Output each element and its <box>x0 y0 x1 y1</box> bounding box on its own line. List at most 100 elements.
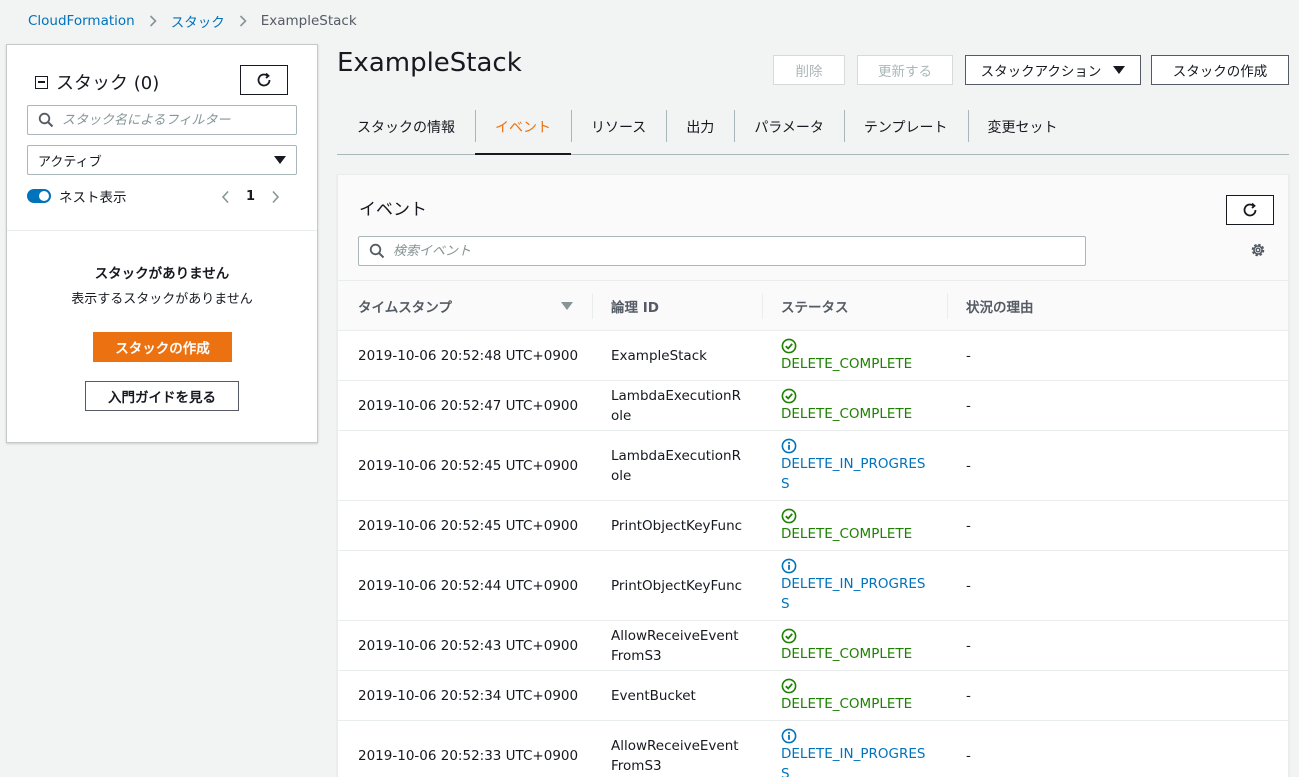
event-timestamp: 2019-10-06 20:52:45 UTC+0900 <box>358 518 579 534</box>
column-header-logical-id[interactable]: 論理 ID <box>611 281 659 331</box>
chevron-right-icon <box>239 15 247 27</box>
create-stack-button[interactable]: スタックの作成 <box>1151 55 1289 85</box>
event-logical-id: AllowReceiveEventFromS3 <box>611 738 739 774</box>
check-circle-icon <box>781 388 797 404</box>
table-row[interactable]: 2019-10-06 20:52:45 UTC+0900 PrintObjectK… <box>338 501 1288 551</box>
event-status-label: DELETE_COMPLETE <box>781 526 913 542</box>
table-row[interactable]: 2019-10-06 20:52:43 UTC+0900 AllowReceive… <box>338 621 1288 671</box>
tab-parameters[interactable]: パラメータ <box>734 100 844 154</box>
event-status-reason: - <box>966 748 971 764</box>
empty-state-description: 表示するスタックがありません <box>71 292 253 307</box>
table-row[interactable]: 2019-10-06 20:52:34 UTC+0900 EventBucket D… <box>338 671 1288 721</box>
stack-actions-label: スタックアクション <box>980 64 1102 80</box>
getting-started-guide-button[interactable]: 入門ガイドを見る <box>85 381 239 411</box>
tab-outputs[interactable]: 出力 <box>666 100 734 154</box>
event-logical-id: EventBucket <box>611 688 696 704</box>
event-timestamp: 2019-10-06 20:52:33 UTC+0900 <box>358 748 579 764</box>
stack-status-select[interactable]: アクティブ <box>27 145 297 175</box>
tab-stack-info[interactable]: スタックの情報 <box>337 100 475 154</box>
event-logical-id: PrintObjectKeyFunc <box>611 578 743 594</box>
collapse-icon[interactable] <box>35 75 48 89</box>
chevron-right-icon[interactable] <box>271 190 280 204</box>
stack-list-pagination: 1 <box>221 189 280 204</box>
empty-state-title: スタックがありません <box>94 266 230 282</box>
table-row[interactable]: 2019-10-06 20:52:47 UTC+0900 LambdaExecut… <box>338 381 1288 431</box>
info-circle-icon <box>781 558 797 574</box>
table-row[interactable]: 2019-10-06 20:52:33 UTC+0900 AllowReceive… <box>338 721 1288 777</box>
event-status-label: DELETE_IN_PROGRESS <box>781 456 926 492</box>
event-status: DELETE_IN_PROGRESS <box>781 434 926 494</box>
tab-resources[interactable]: リソース <box>571 100 666 154</box>
event-status-label: DELETE_IN_PROGRESS <box>781 576 926 612</box>
event-status-label: DELETE_COMPLETE <box>781 646 913 662</box>
stack-detail-tabs: スタックの情報 イベント リソース 出力 パラメータ テンプレート 変更セット <box>337 100 1289 155</box>
stack-list-panel: スタック (0) アクティブ ネスト表示 1 スタックがありません 表示するス <box>6 44 318 443</box>
event-logical-id: LambdaExecutionRole <box>611 448 741 484</box>
event-status: DELETE_IN_PROGRESS <box>781 554 926 614</box>
stack-list-refresh-button[interactable] <box>240 65 288 95</box>
stack-status-select-value: アクティブ <box>38 154 102 170</box>
breadcrumb-current: ExampleStack <box>260 13 357 29</box>
event-timestamp: 2019-10-06 20:52:44 UTC+0900 <box>358 578 579 594</box>
stack-filter-input[interactable] <box>62 112 296 128</box>
gear-icon[interactable] <box>1249 241 1267 259</box>
stack-filter-field[interactable] <box>27 105 297 135</box>
column-divider <box>592 293 593 319</box>
events-refresh-button[interactable] <box>1226 195 1274 225</box>
refresh-icon <box>1243 202 1257 217</box>
events-search-field[interactable] <box>358 236 1086 266</box>
stack-list-title: スタック (0) <box>35 69 159 95</box>
stack-actions-button[interactable]: スタックアクション <box>965 55 1141 85</box>
event-status-reason: - <box>966 688 971 704</box>
event-status-reason: - <box>966 578 971 594</box>
events-title: イベント <box>359 200 427 220</box>
chevron-left-icon[interactable] <box>221 190 230 204</box>
events-panel: イベント タイムスタンプ 論理 ID ステータス 状況の理由 2019-10-0… <box>337 174 1289 777</box>
event-timestamp: 2019-10-06 20:52:47 UTC+0900 <box>358 398 579 414</box>
tab-events[interactable]: イベント <box>475 100 571 155</box>
events-search-input[interactable] <box>393 243 1085 259</box>
tab-template[interactable]: テンプレート <box>843 100 968 154</box>
event-timestamp: 2019-10-06 20:52:45 UTC+0900 <box>358 458 579 474</box>
event-status-reason: - <box>966 638 971 654</box>
table-row[interactable]: 2019-10-06 20:52:44 UTC+0900 PrintObjectK… <box>338 551 1288 621</box>
delete-button[interactable]: 削除 <box>773 55 845 85</box>
event-logical-id: LambdaExecutionRole <box>611 388 741 424</box>
event-status: DELETE_COMPLETE <box>781 504 926 544</box>
events-table-header: タイムスタンプ 論理 ID ステータス 状況の理由 <box>338 281 1288 331</box>
event-status: DELETE_COMPLETE <box>781 384 926 424</box>
breadcrumb-stacks[interactable]: スタック <box>171 11 225 31</box>
tab-change-sets[interactable]: 変更セット <box>967 100 1078 154</box>
column-divider <box>947 293 948 319</box>
check-circle-icon <box>781 508 797 524</box>
check-circle-icon <box>781 628 797 644</box>
check-circle-icon <box>781 678 797 694</box>
check-circle-icon <box>781 338 797 354</box>
sort-descending-icon[interactable] <box>561 302 573 310</box>
create-stack-button-empty[interactable]: スタックの作成 <box>93 332 232 362</box>
table-row[interactable]: 2019-10-06 20:52:45 UTC+0900 LambdaExecut… <box>338 431 1288 501</box>
event-status-label: DELETE_IN_PROGRESS <box>781 746 926 777</box>
info-circle-icon <box>781 728 797 744</box>
stack-count-label: スタック (0) <box>56 73 160 94</box>
nested-view-label: ネスト表示 <box>59 190 127 206</box>
refresh-icon <box>257 72 271 87</box>
column-header-reason[interactable]: 状況の理由 <box>966 281 1034 331</box>
event-status: DELETE_COMPLETE <box>781 334 926 374</box>
column-header-timestamp[interactable]: タイムスタンプ <box>358 281 452 331</box>
event-logical-id: ExampleStack <box>611 348 707 364</box>
nested-toggle-row: ネスト表示 <box>27 186 127 206</box>
column-divider <box>762 293 763 319</box>
table-row[interactable]: 2019-10-06 20:52:48 UTC+0900 ExampleStack… <box>338 331 1288 381</box>
event-status-reason: - <box>966 398 971 414</box>
breadcrumb-cloudformation[interactable]: CloudFormation <box>28 13 135 29</box>
event-status-reason: - <box>966 458 971 474</box>
search-icon <box>38 112 54 128</box>
events-header: イベント <box>338 175 1288 281</box>
event-status: DELETE_IN_PROGRESS <box>781 724 926 777</box>
column-header-status[interactable]: ステータス <box>781 281 849 331</box>
nested-view-toggle[interactable] <box>27 189 51 203</box>
current-page-number[interactable]: 1 <box>246 189 255 204</box>
update-button[interactable]: 更新する <box>857 55 953 85</box>
breadcrumb: CloudFormation スタック ExampleStack <box>28 11 357 31</box>
